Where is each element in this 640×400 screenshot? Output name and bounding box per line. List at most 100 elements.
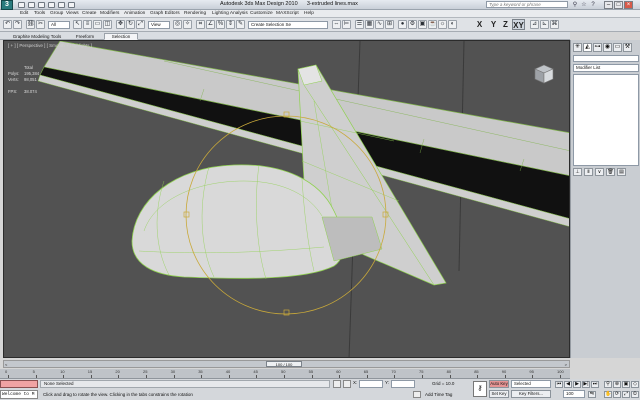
named-selection-dropdown[interactable]: Create Selection Se xyxy=(248,21,328,29)
motion-tab-icon[interactable]: ◉ xyxy=(603,43,612,52)
set-key-button[interactable]: Set Key xyxy=(489,390,509,398)
viewport-label[interactable]: [ + ] [ Perspective ] [ Smooth + Highlig… xyxy=(8,43,92,48)
rotate-icon[interactable]: ↻ xyxy=(126,20,135,29)
zoom-extents-icon[interactable]: ▣ xyxy=(622,381,630,388)
play-icon[interactable]: ▶ xyxy=(573,381,581,388)
menu-item-graph-editors[interactable]: Graph Editors xyxy=(150,11,180,16)
angle-snap-icon[interactable]: ∠ xyxy=(206,20,215,29)
menu-item-lighting-analysis[interactable]: Lighting Analysis xyxy=(212,11,248,16)
track-bar[interactable]: 0 5 10 15 20 25 30 35 40 45 50 55 60 65 70 75 80 85 90 95 10… xyxy=(0,369,570,379)
menu-item-rendering[interactable]: Rendering xyxy=(184,11,206,16)
utilities-tab-icon[interactable]: ⚒ xyxy=(623,43,632,52)
redo-icon[interactable] xyxy=(58,2,65,8)
unlink-icon[interactable]: ✂ xyxy=(36,20,45,29)
modifier-stack[interactable] xyxy=(573,74,639,166)
hold-icon[interactable] xyxy=(68,2,75,8)
modify-tab-icon[interactable]: ◭ xyxy=(583,43,592,52)
maximize-button[interactable]: □ xyxy=(614,1,623,9)
axis-y-button[interactable]: Y xyxy=(488,19,499,30)
axis-x-button[interactable]: X xyxy=(474,19,485,30)
menu-item-maxscript[interactable]: MAXScript xyxy=(276,11,299,16)
tab-graphite-modeling-tools[interactable]: Graphite Modeling Tools xyxy=(8,33,66,40)
align-icon[interactable]: ⊨ xyxy=(342,20,351,29)
show-end-result-icon[interactable]: Ⅱ xyxy=(584,168,593,176)
menu-item-create[interactable]: Create xyxy=(82,11,96,16)
field-of-view-icon[interactable]: ◇ xyxy=(631,381,639,388)
hierarchy-tab-icon[interactable]: ⊶ xyxy=(593,43,602,52)
rendered-frame-icon[interactable]: ▣ xyxy=(418,20,427,29)
star-icon[interactable]: ☆ xyxy=(580,1,588,9)
previous-frame-icon[interactable]: ◀ xyxy=(564,381,572,388)
undo-icon[interactable] xyxy=(48,2,55,8)
menu-item-help[interactable]: Help xyxy=(304,11,314,16)
undo-button[interactable]: ↶ xyxy=(3,20,12,29)
activeshade-icon[interactable]: ◐ xyxy=(448,20,457,29)
axis-z-button[interactable]: Z xyxy=(500,19,511,30)
link-icon[interactable]: ⛓ xyxy=(26,20,35,29)
prev-frame-icon[interactable]: < xyxy=(5,362,7,367)
constraint-icon-1[interactable]: ⊿ xyxy=(530,20,539,29)
menu-item-customize[interactable]: Customize xyxy=(250,11,273,16)
lock-selection-icon[interactable] xyxy=(333,380,341,388)
select-manipulate-icon[interactable]: ✧ xyxy=(183,20,192,29)
orbit-icon[interactable]: ⟳ xyxy=(613,391,621,398)
curve-editor-icon[interactable]: ∿ xyxy=(375,20,384,29)
tab-selection[interactable]: Selection xyxy=(104,33,138,40)
zoom-icon[interactable]: ⚲ xyxy=(604,381,612,388)
select-by-name-icon[interactable]: ≡ xyxy=(83,20,92,29)
scale-icon[interactable]: ⤢ xyxy=(136,20,145,29)
select-object-icon[interactable]: ↖ xyxy=(73,20,82,29)
make-unique-icon[interactable]: ∨ xyxy=(595,168,604,176)
time-config-icon[interactable]: ⏲ xyxy=(631,391,639,398)
constraint-icon-3[interactable]: ⌘ xyxy=(550,20,559,29)
constraint-icon-2[interactable]: ⊾ xyxy=(540,20,549,29)
absolute-mode-icon[interactable] xyxy=(343,380,351,388)
axis-xy-button[interactable]: XY xyxy=(512,19,525,30)
search-input[interactable]: Type a keyword or phrase xyxy=(486,1,568,8)
auto-key-button[interactable]: Auto Key xyxy=(489,380,509,388)
schematic-view-icon[interactable]: ⊞ xyxy=(385,20,394,29)
close-button[interactable]: × xyxy=(624,1,633,9)
menu-item-animation[interactable]: Animation xyxy=(124,11,145,16)
zoom-all-icon[interactable]: ⊕ xyxy=(613,381,621,388)
key-icon[interactable]: ⚷ xyxy=(473,381,487,397)
pivot-center-icon[interactable]: ◎ xyxy=(173,20,182,29)
time-tag-icon[interactable] xyxy=(413,391,421,398)
menu-item-views[interactable]: Views xyxy=(66,11,79,16)
perspective-viewport[interactable]: [ + ] [ Perspective ] [ Smooth + Highlig… xyxy=(3,40,570,358)
current-frame-field[interactable]: 100 xyxy=(563,390,585,398)
maxscript-mini-listener[interactable] xyxy=(0,380,38,388)
render-production-icon[interactable]: ☕ xyxy=(428,20,437,29)
render-iterative-icon[interactable]: ☼ xyxy=(438,20,447,29)
maximize-viewport-icon[interactable]: ⤢ xyxy=(622,391,630,398)
pin-stack-icon[interactable]: ⊥ xyxy=(573,168,582,176)
y-coordinate-field[interactable] xyxy=(391,380,415,388)
spinner-snap-icon[interactable]: ⇕ xyxy=(226,20,235,29)
menu-item-edit[interactable]: Edit xyxy=(20,11,28,16)
next-frame-button-icon[interactable]: ▶| xyxy=(582,381,590,388)
create-tab-icon[interactable]: ✳ xyxy=(573,43,582,52)
key-mode-dropdown[interactable]: Selected xyxy=(511,380,551,388)
time-slider[interactable]: < 100 / 100 > xyxy=(3,360,570,368)
menu-item-group[interactable]: Group xyxy=(50,11,63,16)
menu-item-tools[interactable]: Tools xyxy=(34,11,45,16)
open-file-icon[interactable] xyxy=(28,2,35,8)
go-to-start-icon[interactable]: ⏮ xyxy=(555,381,563,388)
edit-named-selection-icon[interactable]: ✎ xyxy=(236,20,245,29)
graphite-toggle-icon[interactable]: ▦ xyxy=(365,20,374,29)
add-time-tag[interactable]: Add Time Tag xyxy=(425,390,452,399)
pan-icon[interactable]: ✋ xyxy=(604,391,612,398)
key-filters-button[interactable]: Key Filters... xyxy=(511,390,551,398)
reference-coordinate-dropdown[interactable]: View xyxy=(148,21,170,29)
viewcube-icon[interactable] xyxy=(533,63,555,85)
selection-filter-dropdown[interactable]: All xyxy=(48,21,70,29)
snaps-toggle-icon[interactable]: ⌗ xyxy=(196,20,205,29)
key-mode-toggle-icon[interactable]: ⇋ xyxy=(588,391,596,398)
minimize-button[interactable]: – xyxy=(604,1,613,9)
rectangular-selection-icon[interactable]: ▭ xyxy=(93,20,102,29)
redo-button[interactable]: ↷ xyxy=(13,20,22,29)
save-file-icon[interactable] xyxy=(38,2,45,8)
window-crossing-icon[interactable]: ◫ xyxy=(103,20,112,29)
layer-manager-icon[interactable]: ☰ xyxy=(355,20,364,29)
menu-item-modifiers[interactable]: Modifiers xyxy=(100,11,119,16)
